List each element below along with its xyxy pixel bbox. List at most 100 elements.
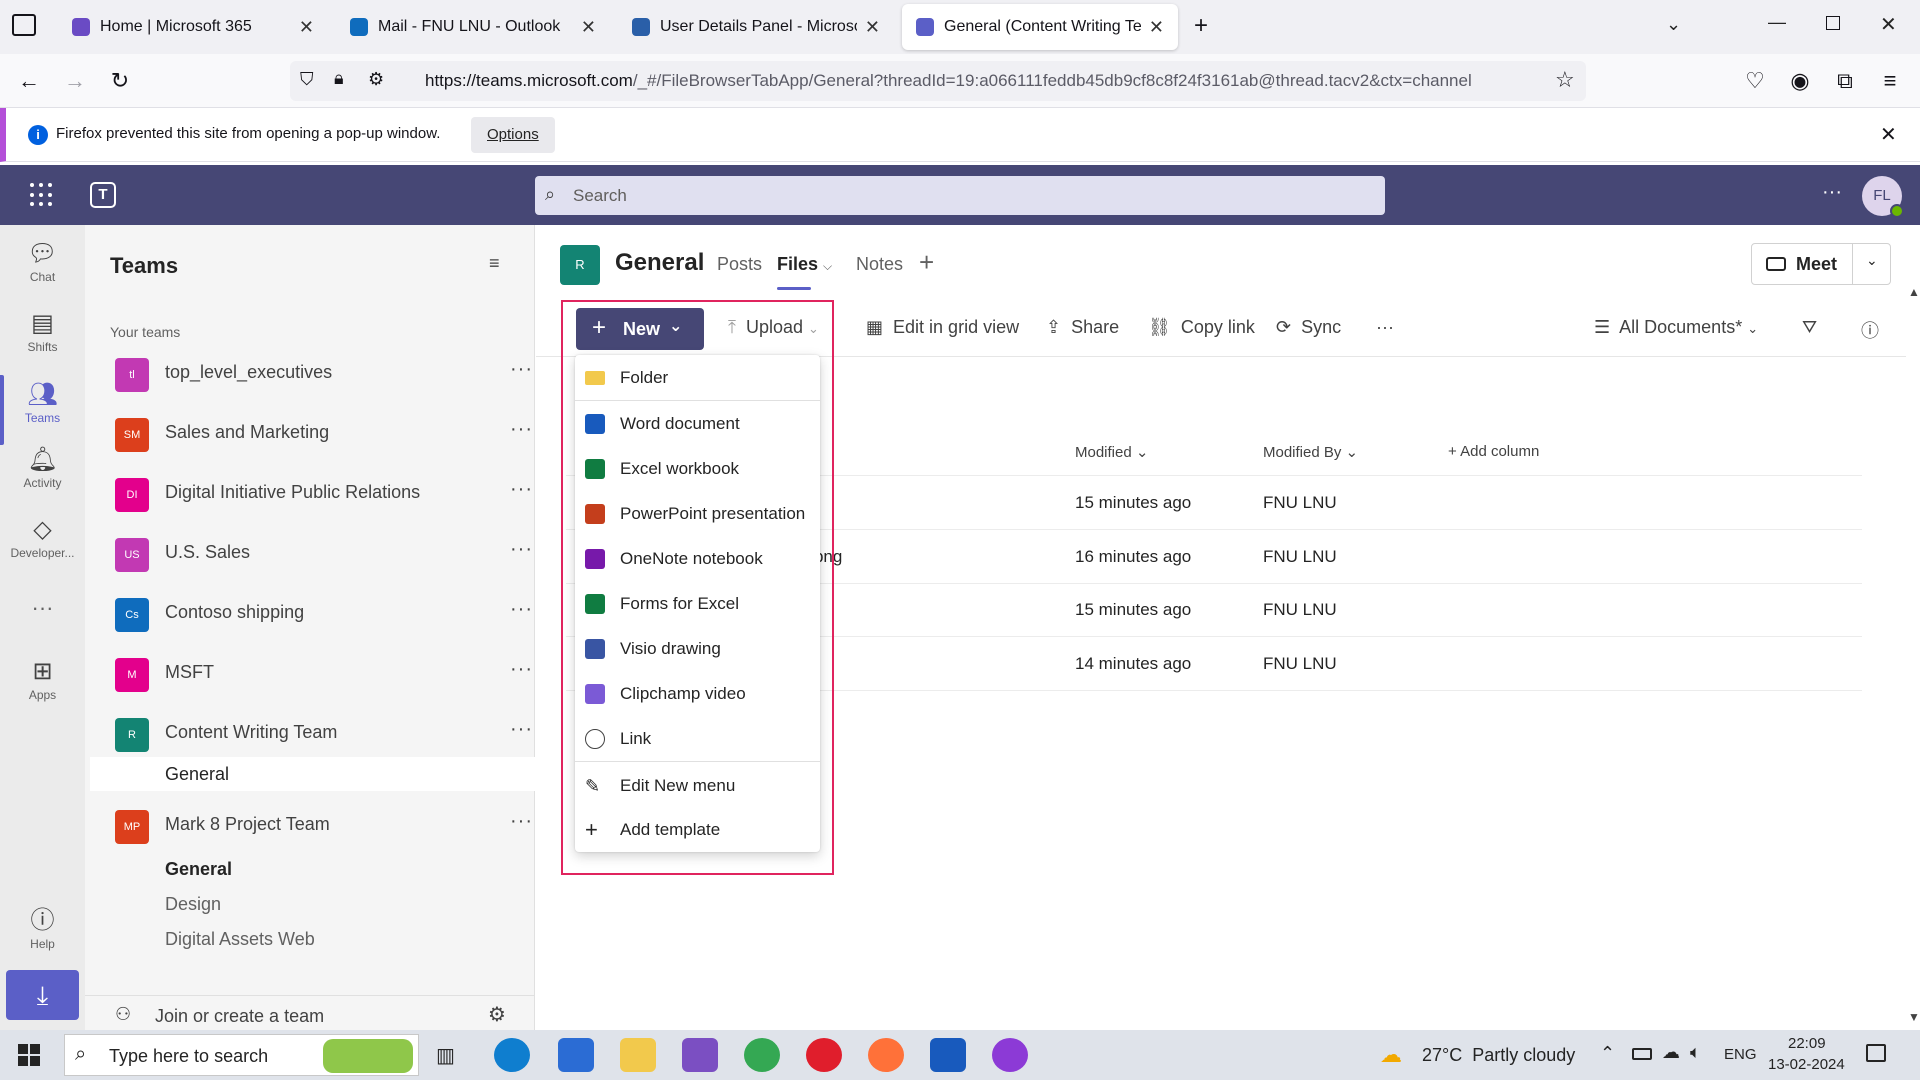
scroll-up-icon[interactable]: ▲	[1908, 285, 1920, 299]
taskbar-search[interactable]: ⌕ Type here to search	[64, 1034, 419, 1076]
tab-overflow-chevron-icon[interactable]: ⌄	[1666, 14, 1681, 35]
edit-grid-button[interactable]: ▦ Edit in grid view	[866, 317, 1019, 338]
browser-tab-outlook[interactable]: Mail - FNU LNU - Outlook ✕	[336, 4, 610, 50]
close-tab-icon[interactable]: ✕	[865, 17, 880, 38]
team-row[interactable]: R Content Writing Team ···	[85, 708, 535, 756]
file-modified-by[interactable]: FNU LNU	[1263, 600, 1337, 620]
app-taskbar-icon[interactable]	[992, 1038, 1028, 1072]
network-icon[interactable]: ☁	[1662, 1042, 1680, 1063]
tab-notes[interactable]: Notes	[856, 254, 903, 275]
menu-item-forms-excel[interactable]: Forms for Excel	[575, 581, 820, 626]
close-tab-icon[interactable]: ✕	[581, 17, 596, 38]
add-tab-button[interactable]: +	[919, 247, 934, 278]
extensions-icon[interactable]: ⧉	[1830, 66, 1860, 96]
mail-icon[interactable]	[558, 1038, 594, 1072]
address-bar[interactable]: ⛉ 🔒︎ ⚙ https://teams.microsoft.com/_#/Fi…	[290, 61, 1586, 101]
team-more-icon[interactable]: ···	[510, 358, 533, 381]
channel-item-general[interactable]: General	[165, 859, 232, 880]
tab-files[interactable]: Files ⌵	[777, 254, 832, 290]
sync-button[interactable]: ⟳ Sync	[1276, 317, 1341, 338]
meet-chevron-icon[interactable]: ⌄	[1866, 252, 1878, 269]
team-row[interactable]: Cs Contoso shipping ···	[85, 588, 535, 636]
menu-hamburger-icon[interactable]: ≡	[1875, 66, 1905, 96]
download-app-button[interactable]: ⤓	[6, 970, 79, 1020]
team-more-icon[interactable]: ···	[510, 538, 533, 561]
visual-studio-icon[interactable]	[682, 1038, 718, 1072]
word-taskbar-icon[interactable]	[930, 1038, 966, 1072]
clock-date[interactable]: 13-02-2024	[1768, 1056, 1845, 1073]
info-pane-icon[interactable]: ⓘ	[1861, 317, 1879, 343]
channel-item-design[interactable]: Design	[165, 894, 221, 915]
menu-item-word[interactable]: Word document	[575, 401, 820, 446]
browser-tab-user-details[interactable]: User Details Panel - Microsoft 3 ✕	[618, 4, 894, 50]
new-tab-button[interactable]: +	[1194, 12, 1208, 40]
file-modified-by[interactable]: FNU LNU	[1263, 547, 1337, 567]
scrollbar[interactable]: ▲ ▼	[1908, 285, 1920, 1030]
add-column-button[interactable]: + Add column	[1448, 443, 1539, 460]
rail-apps[interactable]: ⊞ Apps	[0, 657, 85, 717]
restore-window-icon[interactable]	[1826, 16, 1840, 30]
bookmark-star-icon[interactable]: ☆	[1555, 67, 1575, 93]
team-more-icon[interactable]: ···	[510, 478, 533, 501]
language-indicator[interactable]: ENG	[1724, 1046, 1757, 1063]
tab-list-icon[interactable]	[12, 14, 36, 36]
rail-help[interactable]: ⓘ Help	[0, 900, 85, 960]
file-modified-by[interactable]: FNU LNU	[1263, 493, 1337, 513]
permissions-icon[interactable]: ⚙	[368, 69, 384, 90]
shield-icon[interactable]: ⛉	[300, 69, 314, 90]
column-modified[interactable]: Modified ⌄	[1075, 443, 1148, 461]
browser-tab-m365[interactable]: Home | Microsoft 365 ✕	[58, 4, 328, 50]
team-row[interactable]: M MSFT ···	[85, 648, 535, 696]
menu-item-edit-new-menu[interactable]: ✎ Edit New menu	[575, 763, 820, 808]
user-avatar[interactable]: FL	[1862, 176, 1904, 218]
menu-item-link[interactable]: Link	[575, 716, 820, 761]
menu-item-excel[interactable]: Excel workbook	[575, 446, 820, 491]
weather-icon[interactable]: ☁	[1380, 1042, 1402, 1068]
account-icon[interactable]: ◉	[1785, 66, 1815, 96]
team-more-icon[interactable]: ···	[510, 658, 533, 681]
tab-posts[interactable]: Posts	[717, 254, 762, 275]
file-explorer-icon[interactable]	[620, 1038, 656, 1072]
menu-item-onenote[interactable]: OneNote notebook	[575, 536, 820, 581]
rail-more-apps[interactable]: ···	[0, 595, 85, 625]
filter-icon[interactable]: ≡	[489, 253, 500, 274]
meet-button[interactable]: Meet ⌄	[1751, 243, 1891, 285]
minimize-window-icon[interactable]: —	[1768, 12, 1786, 33]
rail-activity[interactable]: 🔔︎ Activity	[0, 445, 85, 505]
edge-icon[interactable]	[494, 1038, 530, 1072]
volume-icon[interactable]: 🔈︎	[1690, 1042, 1701, 1063]
manage-teams-gear-icon[interactable]: ⚙	[488, 1002, 506, 1027]
browser-tab-teams-general[interactable]: General (Content Writing Team ✕	[902, 4, 1178, 50]
menu-item-visio[interactable]: Visio drawing	[575, 626, 820, 671]
rail-shifts[interactable]: ▤ Shifts	[0, 309, 85, 369]
opera-icon[interactable]	[806, 1038, 842, 1072]
more-options-icon[interactable]: ···	[1822, 181, 1842, 204]
clock-time[interactable]: 22:09	[1788, 1035, 1826, 1052]
tray-chevron-icon[interactable]: ⌃	[1600, 1043, 1615, 1064]
close-tab-icon[interactable]: ✕	[299, 17, 314, 38]
copy-link-button[interactable]: ⛓ Copy link	[1148, 317, 1255, 338]
team-row[interactable]: US U.S. Sales ···	[85, 528, 535, 576]
view-selector[interactable]: ☰ All Documents* ⌄	[1594, 317, 1758, 338]
scroll-down-icon[interactable]: ▼	[1908, 1010, 1920, 1024]
close-notification-icon[interactable]: ✕	[1880, 122, 1897, 147]
reload-icon[interactable]: ↻	[105, 66, 135, 96]
team-more-icon[interactable]: ···	[510, 598, 533, 621]
channel-item-general[interactable]: General	[165, 764, 229, 785]
team-row[interactable]: DI Digital Initiative Public Relations ·…	[85, 468, 535, 516]
team-more-icon[interactable]: ···	[510, 810, 533, 833]
toolbar-more-icon[interactable]: ···	[1376, 317, 1394, 338]
share-button[interactable]: ⇪ Share	[1046, 317, 1119, 338]
forward-arrow-icon[interactable]: →	[60, 66, 90, 96]
options-button[interactable]: Options	[471, 117, 555, 153]
rail-developer[interactable]: ◇ Developer...	[0, 515, 85, 575]
rail-teams[interactable]: 👥︎ Teams	[0, 375, 85, 445]
file-modified-by[interactable]: FNU LNU	[1263, 654, 1337, 674]
app-launcher-icon[interactable]	[30, 183, 54, 207]
team-more-icon[interactable]: ···	[510, 718, 533, 741]
back-arrow-icon[interactable]: ←	[14, 66, 44, 96]
rail-chat[interactable]: 💬︎ Chat	[0, 239, 85, 299]
filter-icon[interactable]: ⛛	[1802, 317, 1817, 338]
weather-text[interactable]: 27°C Partly cloudy	[1422, 1045, 1575, 1066]
menu-item-powerpoint[interactable]: PowerPoint presentation	[575, 491, 820, 536]
